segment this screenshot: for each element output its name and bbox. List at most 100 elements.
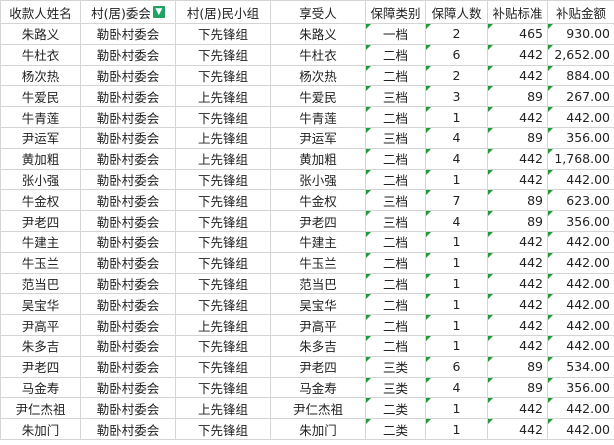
cell-standard[interactable]: 442 [487,147,548,170]
cell-beneficiary[interactable]: 马金寿 [270,376,366,399]
cell-category[interactable]: 三档 [365,126,426,149]
cell-amount[interactable]: 442.00 [547,334,614,357]
cell-count[interactable]: 1 [425,230,488,253]
cell-payee[interactable]: 尹仁杰祖 [0,397,81,420]
cell-beneficiary[interactable]: 朱路义 [270,23,366,45]
cell-payee[interactable]: 范当巴 [0,272,81,295]
cell-beneficiary[interactable]: 尹高平 [270,314,366,336]
cell-amount[interactable]: 442.00 [547,397,614,420]
cell-village-group[interactable]: 下先锋组 [175,355,271,378]
cell-beneficiary[interactable]: 黄加粗 [270,147,366,170]
cell-payee[interactable]: 牛爱民 [0,85,81,108]
cell-category[interactable]: 三档 [365,189,426,212]
cell-beneficiary[interactable]: 牛金权 [270,189,366,212]
cell-category[interactable]: 二档 [365,251,426,274]
filter-icon[interactable]: ▼ [152,6,165,18]
cell-beneficiary[interactable]: 范当巴 [270,272,366,295]
cell-category[interactable]: 二类 [365,397,426,420]
cell-count[interactable]: 1 [425,106,488,128]
cell-payee[interactable]: 牛建主 [0,230,81,253]
header-cell-beneficiary[interactable]: 享受人 [270,0,366,24]
cell-count[interactable]: 2 [425,23,488,45]
cell-count[interactable]: 4 [425,376,488,399]
cell-count[interactable]: 4 [425,147,488,170]
cell-beneficiary[interactable]: 尹老四 [270,355,366,378]
header-cell-standard[interactable]: 补贴标准 [487,0,548,24]
cell-payee[interactable]: 尹运军 [0,126,81,149]
cell-beneficiary[interactable]: 吴宝华 [270,293,366,316]
cell-village-group[interactable]: 下先锋组 [175,64,271,87]
cell-amount[interactable]: 2,652.00 [547,43,614,66]
cell-standard[interactable]: 442 [487,230,548,253]
cell-category[interactable]: 二档 [365,43,426,66]
cell-count[interactable]: 6 [425,355,488,378]
cell-village-group[interactable]: 上先锋组 [175,85,271,108]
cell-count[interactable]: 1 [425,397,488,420]
cell-village-group[interactable]: 下先锋组 [175,272,271,295]
cell-payee[interactable]: 牛青莲 [0,106,81,128]
cell-standard[interactable]: 89 [487,210,548,232]
cell-beneficiary[interactable]: 牛青莲 [270,106,366,128]
cell-category[interactable]: 三类 [365,355,426,378]
cell-beneficiary[interactable]: 杨次热 [270,64,366,87]
header-cell-amount[interactable]: 补贴金额 [547,0,614,24]
cell-standard[interactable]: 442 [487,272,548,295]
cell-beneficiary[interactable]: 尹仁杰祖 [270,397,366,420]
cell-beneficiary[interactable]: 尹老四 [270,210,366,232]
cell-village-group[interactable]: 下先锋组 [175,334,271,357]
cell-amount[interactable]: 442.00 [547,230,614,253]
cell-standard[interactable]: 442 [487,314,548,336]
cell-village-group[interactable]: 上先锋组 [175,314,271,336]
cell-standard[interactable]: 442 [487,397,548,420]
cell-count[interactable]: 1 [425,293,488,316]
cell-amount[interactable]: 884.00 [547,64,614,87]
cell-category[interactable]: 三档 [365,210,426,232]
cell-village-group[interactable]: 上先锋组 [175,126,271,149]
cell-village-group[interactable]: 下先锋组 [175,251,271,274]
cell-amount[interactable]: 442.00 [547,418,614,440]
cell-amount[interactable]: 623.00 [547,189,614,212]
cell-count[interactable]: 4 [425,210,488,232]
cell-category[interactable]: 二档 [365,106,426,128]
cell-amount[interactable]: 442.00 [547,314,614,336]
cell-village-group[interactable]: 上先锋组 [175,147,271,170]
cell-standard[interactable]: 465 [487,23,548,45]
cell-amount[interactable]: 930.00 [547,23,614,45]
cell-village-group[interactable]: 下先锋组 [175,23,271,45]
cell-village-committee[interactable]: 勒卧村委会 [80,85,176,108]
cell-payee[interactable]: 张小强 [0,168,81,191]
cell-standard[interactable]: 442 [487,106,548,128]
cell-payee[interactable]: 朱加门 [0,418,81,440]
cell-village-group[interactable]: 下先锋组 [175,293,271,316]
cell-beneficiary[interactable]: 尹运军 [270,126,366,149]
cell-count[interactable]: 4 [425,126,488,149]
cell-village-committee[interactable]: 勒卧村委会 [80,418,176,440]
cell-amount[interactable]: 442.00 [547,106,614,128]
cell-category[interactable]: 二档 [365,64,426,87]
cell-count[interactable]: 6 [425,43,488,66]
cell-village-group[interactable]: 下先锋组 [175,43,271,66]
cell-payee[interactable]: 杨次热 [0,64,81,87]
cell-amount[interactable]: 356.00 [547,126,614,149]
cell-amount[interactable]: 356.00 [547,376,614,399]
cell-count[interactable]: 1 [425,251,488,274]
cell-standard[interactable]: 89 [487,376,548,399]
cell-standard[interactable]: 442 [487,64,548,87]
cell-village-committee[interactable]: 勒卧村委会 [80,23,176,45]
cell-village-group[interactable]: 下先锋组 [175,230,271,253]
cell-payee[interactable]: 黄加粗 [0,147,81,170]
cell-village-committee[interactable]: 勒卧村委会 [80,334,176,357]
cell-village-group[interactable]: 下先锋组 [175,376,271,399]
cell-standard[interactable]: 442 [487,334,548,357]
cell-village-group[interactable]: 上先锋组 [175,397,271,420]
cell-payee[interactable]: 朱多吉 [0,334,81,357]
cell-village-committee[interactable]: 勒卧村委会 [80,376,176,399]
cell-count[interactable]: 1 [425,168,488,191]
cell-beneficiary[interactable]: 朱加门 [270,418,366,440]
cell-standard[interactable]: 89 [487,189,548,212]
cell-payee[interactable]: 马金寿 [0,376,81,399]
cell-category[interactable]: 一档 [365,23,426,45]
header-cell-village-committee[interactable]: 村(居)委会 ▼ [80,0,176,24]
cell-count[interactable]: 1 [425,272,488,295]
cell-category[interactable]: 二档 [365,314,426,336]
